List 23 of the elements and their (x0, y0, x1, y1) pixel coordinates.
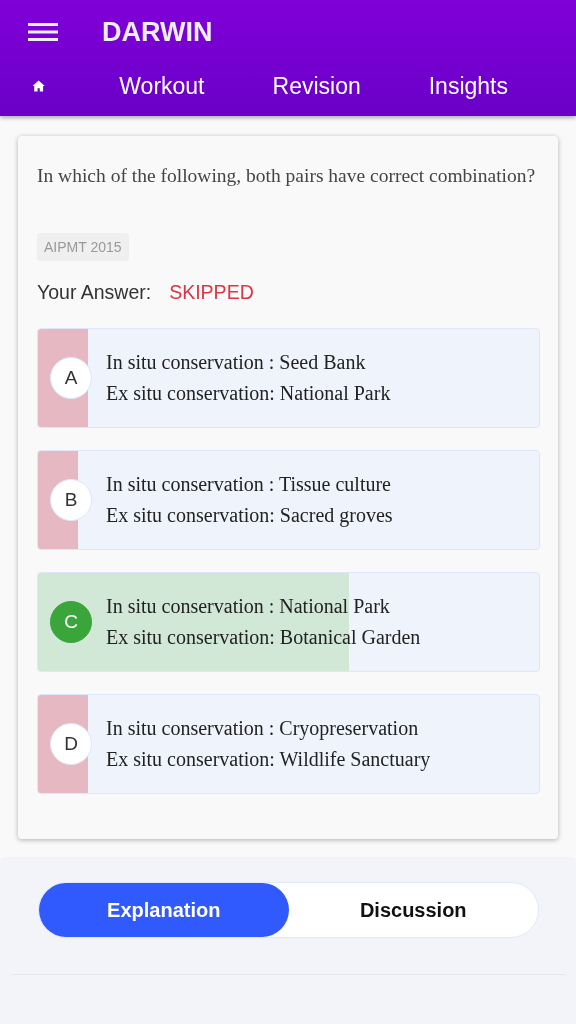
option-text: Ex situ conservation: Sacred groves (106, 503, 393, 529)
answer-option[interactable]: D In situ conservation : Cryopreservation Ex situ conservation: Wildlife Sanctuary (37, 694, 540, 794)
segment-tab[interactable]: Discussion (288, 883, 538, 937)
option-text: In situ conservation : Seed Bank (106, 350, 367, 375)
answer-option[interactable]: B In situ conservation : Tissue culture Ex situ conservation: Sacred groves (37, 450, 540, 550)
nav-tab[interactable]: Workout (119, 72, 205, 100)
menu-icon[interactable] (28, 22, 58, 42)
nav-tab[interactable]: Insights (428, 72, 508, 100)
answer-option[interactable]: A In situ conservation : Seed Bank Ex situ conservation: National Park (37, 328, 540, 428)
exam-tag: AIPMT 2015 (37, 233, 129, 261)
option-text: In situ conservation : Tissue culture (106, 472, 392, 497)
nav-tab[interactable]: Revision (272, 72, 361, 100)
answer-status: SKIPPED (169, 281, 254, 304)
option-text: Ex situ conservation: National Park (106, 381, 391, 406)
option-text: Ex situ conservation: Botanical Garden (106, 625, 421, 650)
answer-label: Your Answer: (37, 281, 152, 304)
segment-tab[interactable]: Explanation (39, 883, 289, 937)
answer-option[interactable]: C In situ conservation : National Park Ex situ conservation: Botanical Garden (37, 572, 540, 672)
option-text: In situ conservation : National Park (106, 594, 391, 619)
option-text: In situ conservation : Cryopreservation (106, 716, 420, 742)
app-title: DARWIN (102, 16, 213, 48)
option-text: Ex situ conservation: Wildlife Sanctuary (106, 747, 431, 773)
question-text: In which of the following, both pairs have correct combination? (37, 164, 537, 188)
